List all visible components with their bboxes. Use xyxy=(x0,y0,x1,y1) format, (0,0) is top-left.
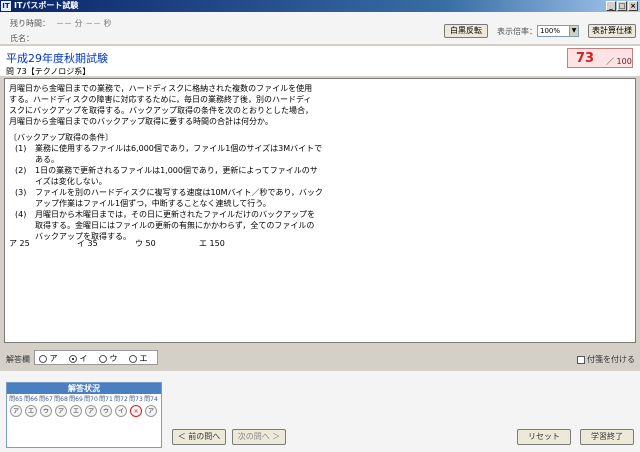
condition-line: ある。 xyxy=(35,155,59,164)
exam-title: 平成29年度秋期試験 xyxy=(6,52,108,65)
answer-mark-icon: ア xyxy=(10,405,22,417)
condition-line: アップ作業はファイル1個ずつ，中断することなく連続して行う。 xyxy=(35,199,271,208)
condition-number: (1) xyxy=(15,144,27,153)
next-question-button[interactable]: 次の問へ ＞ xyxy=(232,429,286,445)
radio-icon xyxy=(99,354,107,363)
status-item[interactable]: 問69 エ xyxy=(68,396,84,444)
answer-mark-icon: ウ xyxy=(100,405,112,417)
zoom-value: 100% xyxy=(540,27,561,35)
chevron-down-icon: ▼ xyxy=(569,26,578,36)
bookmark-checkbox[interactable]: 付箋を付ける xyxy=(577,354,635,365)
radio-selected-icon xyxy=(69,354,77,363)
maximize-button[interactable]: □ xyxy=(617,1,627,11)
status-item[interactable]: 問70 ア xyxy=(83,396,99,444)
prev-question-button[interactable]: ＜ 前の問へ xyxy=(172,429,226,445)
choice-e: エ 150 xyxy=(199,239,225,248)
question-line: スクにバックアップを取得する。バックアップ取得の条件を次のとおりとした場合， xyxy=(9,106,313,115)
answer-bar: 解答欄 ア イ ウ エ 付箋を付ける xyxy=(0,345,640,369)
app-icon: IT xyxy=(1,1,11,11)
choice-u: ウ 50 xyxy=(135,239,156,248)
answer-mark-icon: エ xyxy=(25,405,37,417)
score-box: 73 ／ 100 xyxy=(567,48,633,68)
score-value: 73 xyxy=(576,51,595,66)
score-total: ／ 100 xyxy=(606,57,632,66)
conditions-title: 〔バックアップ取得の条件〕 xyxy=(9,133,113,142)
condition-line: 1日の業務で更新されるファイルは1,000個であり，更新によってファイルのサ xyxy=(35,166,318,175)
time-label: 残り時間： xyxy=(10,19,50,28)
status-item[interactable]: 問72 イ xyxy=(113,396,129,444)
condition-line: 業務に使用するファイルは6,000個であり，ファイル1個のサイズは3Mバイトで xyxy=(35,144,323,153)
condition-number: (3) xyxy=(15,188,27,197)
question-number: 問 73【テクノロジ系】 xyxy=(6,67,91,76)
question-panel: 月曜日から金曜日までの業務で，ハードディスクに格納された複数のファイルを使用 す… xyxy=(4,78,636,343)
zoom-select[interactable]: 100% ▼ xyxy=(537,25,579,37)
condition-number: (4) xyxy=(15,210,27,219)
status-item[interactable]: 問71 ウ xyxy=(98,396,114,444)
checkbox-icon xyxy=(577,355,585,364)
radio-icon xyxy=(129,354,137,363)
answer-option-a[interactable]: ア xyxy=(39,353,58,364)
radio-icon xyxy=(39,354,47,363)
choice-i: イ 35 xyxy=(77,239,98,248)
answer-mark-icon: エ xyxy=(70,405,82,417)
answer-mark-icon: ア xyxy=(55,405,67,417)
answer-label: 解答欄 xyxy=(6,355,30,364)
invert-colors-button[interactable]: 白黒反転 xyxy=(444,24,488,38)
close-button[interactable]: × xyxy=(628,1,638,11)
title-bar: IT ITパスポート試験 _ □ × xyxy=(0,0,640,12)
answer-option-u[interactable]: ウ xyxy=(99,353,118,364)
condition-line: ファイルを別のハードディスクに複写する速度は10Mバイト／秒であり，バック xyxy=(35,188,323,197)
status-item-current[interactable]: 問73 × xyxy=(128,396,144,444)
status-item[interactable]: 問66 エ xyxy=(23,396,39,444)
incorrect-mark-icon: × xyxy=(130,405,142,417)
answer-mark-icon: ウ xyxy=(40,405,52,417)
spreadsheet-spec-button[interactable]: 表計算仕様 xyxy=(588,24,636,38)
reset-button[interactable]: リセット xyxy=(517,429,571,445)
window-title: ITパスポート試験 xyxy=(14,1,79,10)
question-line: 月曜日から金曜日までの業務で，ハードディスクに格納された複数のファイルを使用 xyxy=(9,84,313,93)
choice-a: ア 25 xyxy=(9,239,30,248)
question-line: 月曜日から金曜日までのバックアップ取得に要する時間の合計は何分か。 xyxy=(9,117,273,126)
header: 残り時間： －－ 分 －－ 秒 氏名： 白黒反転 表示倍率： 100% ▼ 表計… xyxy=(0,12,640,44)
condition-line: 月曜日から木曜日までは，その日に更新されたファイルだけのバックアップを xyxy=(35,210,315,219)
answer-status-panel: 解答状況 問65 ア 問66 エ 問67 ウ 問68 ア 問69 エ 問70 ア 問71 ウ … xyxy=(6,382,162,448)
answer-option-e[interactable]: エ xyxy=(129,353,148,364)
answer-option-i[interactable]: イ xyxy=(69,353,88,364)
minimize-button[interactable]: _ xyxy=(606,1,616,11)
status-item[interactable]: 問65 ア xyxy=(8,396,24,444)
answer-mark-icon: イ xyxy=(115,405,127,417)
condition-line: 取得する。金曜日にはファイルの更新の有無にかかわらず，全てのファイルの xyxy=(35,221,315,230)
condition-number: (2) xyxy=(15,166,27,175)
zoom-label: 表示倍率： xyxy=(497,27,537,36)
answer-status-title: 解答状況 xyxy=(7,383,161,394)
exam-header: 平成29年度秋期試験 問 73【テクノロジ系】 73 ／ 100 xyxy=(0,46,640,76)
answer-mark-icon: ア xyxy=(145,405,157,417)
condition-line: イズは変化しない。 xyxy=(35,177,107,186)
status-item[interactable]: 問68 ア xyxy=(53,396,69,444)
answer-mark-icon: ア xyxy=(85,405,97,417)
question-line: する。ハードディスクの障害に対応するために，毎日の業務終了後，別のハードディ xyxy=(9,95,312,104)
status-item[interactable]: 問74 ア xyxy=(143,396,159,444)
time-value: －－ 分 －－ 秒 xyxy=(56,19,112,28)
answer-options: ア イ ウ エ xyxy=(34,350,158,365)
finish-study-button[interactable]: 学習終了 xyxy=(580,429,634,445)
status-item[interactable]: 問67 ウ xyxy=(38,396,54,444)
name-label: 氏名： xyxy=(10,34,34,43)
bottom-panel: 解答状況 問65 ア 問66 エ 問67 ウ 問68 ア 問69 エ 問70 ア 問71 ウ … xyxy=(0,371,640,452)
